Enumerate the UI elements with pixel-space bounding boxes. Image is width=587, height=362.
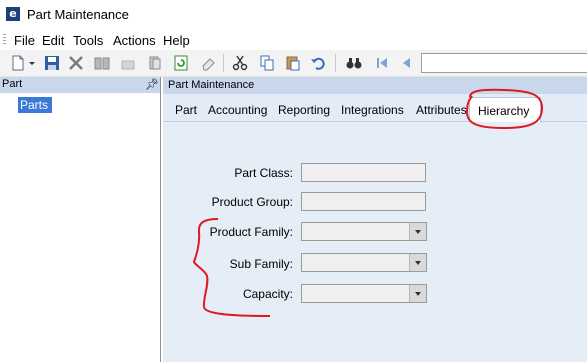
print-icon[interactable] <box>146 54 164 72</box>
menu-help[interactable]: Help <box>163 33 190 48</box>
cut-icon[interactable] <box>231 54 249 72</box>
app-logo-icon: e <box>6 7 20 21</box>
product-group-field[interactable] <box>301 192 426 211</box>
chevron-down-icon[interactable] <box>409 223 426 240</box>
tab-reporting[interactable]: Reporting <box>278 103 330 117</box>
binoculars-icon[interactable] <box>345 54 363 72</box>
chevron-down-icon[interactable] <box>409 254 426 271</box>
first-record-icon[interactable] <box>373 54 391 72</box>
chevron-down-icon[interactable] <box>409 285 426 302</box>
delete-icon[interactable] <box>67 54 85 72</box>
toolbar-search-box[interactable] <box>421 53 587 73</box>
refresh-icon[interactable] <box>172 54 190 72</box>
part-class-field[interactable] <box>301 163 426 182</box>
navigation-panel: Part 📌︎ Parts <box>0 77 161 362</box>
new-icon[interactable] <box>9 54 27 72</box>
capacity-select[interactable] <box>301 284 427 303</box>
tab-attributes[interactable]: Attributes <box>416 103 467 117</box>
eraser-icon[interactable] <box>199 54 217 72</box>
sub-family-select[interactable] <box>301 253 427 272</box>
menu-file[interactable]: File <box>14 33 35 48</box>
title-bar: e Part Maintenance <box>0 0 587 30</box>
tab-accounting[interactable]: Accounting <box>208 103 267 117</box>
tab-integrations[interactable]: Integrations <box>341 103 404 117</box>
sub-family-label: Sub Family: <box>229 257 293 271</box>
book-icon[interactable] <box>93 54 111 72</box>
main-panel-header: Part Maintenance <box>163 77 587 94</box>
tab-bar: Part Accounting Reporting Integrations A… <box>163 94 587 122</box>
undo-icon[interactable] <box>309 54 327 72</box>
product-group-label: Product Group: <box>211 195 293 209</box>
copy-icon[interactable] <box>258 54 276 72</box>
navigation-panel-title: Part <box>2 78 23 90</box>
window-title: Part Maintenance <box>27 7 129 22</box>
capacity-label: Capacity: <box>242 287 293 301</box>
blank-icon[interactable] <box>119 54 137 72</box>
pin-icon[interactable]: 📌︎ <box>145 78 159 91</box>
menu-grip-icon <box>3 34 6 46</box>
menu-edit[interactable]: Edit <box>42 33 64 48</box>
dropdown-arrow-icon[interactable] <box>28 54 36 72</box>
tab-hierarchy-label: Hierarchy <box>478 104 530 118</box>
menu-tools[interactable]: Tools <box>73 33 103 48</box>
tab-hierarchy[interactable]: Hierarchy <box>469 97 541 122</box>
menu-actions[interactable]: Actions <box>113 33 156 48</box>
part-class-label: Part Class: <box>234 166 293 180</box>
tree-item-parts[interactable]: Parts <box>18 97 52 113</box>
navigation-panel-header: Part 📌︎ <box>0 77 160 93</box>
previous-record-icon[interactable] <box>398 54 416 72</box>
product-family-select[interactable] <box>301 222 427 241</box>
toolbar-separator <box>223 54 224 72</box>
paste-icon[interactable] <box>284 54 302 72</box>
toolbar <box>0 50 587 77</box>
main-panel-title: Part Maintenance <box>168 79 255 91</box>
save-icon[interactable] <box>43 54 61 72</box>
toolbar-separator <box>335 54 336 72</box>
menu-bar: File Edit Tools Actions Help <box>0 30 587 50</box>
main-panel: Part Maintenance Part Accounting Reporti… <box>163 77 587 362</box>
product-family-label: Product Family: <box>209 225 293 239</box>
tab-part[interactable]: Part <box>175 103 197 117</box>
